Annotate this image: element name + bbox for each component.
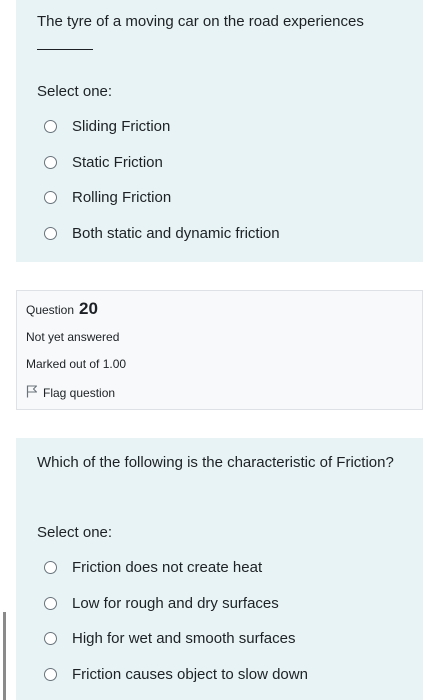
question-word: Question	[26, 303, 75, 317]
question-19-text-body: The tyre of a moving car on the road exp…	[37, 13, 364, 30]
radio-button[interactable]	[44, 667, 57, 681]
radio-button[interactable]	[44, 120, 57, 134]
q19-option-sliding-friction[interactable]: Sliding Friction	[44, 109, 280, 145]
option-label: Friction does not create heat	[72, 559, 263, 577]
question-20-content: Which of the following is the characteri…	[16, 438, 423, 700]
scrollbar[interactable]	[3, 612, 6, 700]
radio-button[interactable]	[44, 632, 57, 646]
question-19-text: The tyre of a moving car on the road exp…	[37, 10, 397, 58]
q20-option-low-rough-dry[interactable]: Low for rough and dry surfaces	[44, 586, 308, 622]
question-20-options: Friction does not create heat Low for ro…	[44, 550, 308, 692]
question-20-text: Which of the following is the characteri…	[37, 454, 394, 471]
flag-icon[interactable]	[26, 385, 43, 401]
option-label: Sliding Friction	[72, 118, 171, 136]
radio-button[interactable]	[44, 226, 57, 240]
question-19-options: Sliding Friction Static Friction Rolling…	[44, 109, 280, 251]
q20-option-high-wet-smooth[interactable]: High for wet and smooth surfaces	[44, 621, 308, 657]
question-19-content: The tyre of a moving car on the road exp…	[16, 0, 423, 262]
option-label: Static Friction	[72, 153, 163, 171]
q20-option-slows-object[interactable]: Friction causes object to slow down	[44, 657, 308, 693]
option-label: Friction causes object to slow down	[72, 665, 308, 683]
q20-option-no-heat[interactable]: Friction does not create heat	[44, 550, 308, 586]
question-number-value: 20	[79, 299, 98, 318]
radio-button[interactable]	[44, 561, 57, 575]
question-grade: Marked out of 1.00	[26, 357, 127, 371]
q19-option-rolling-friction[interactable]: Rolling Friction	[44, 180, 280, 216]
question-19-select-one-label: Select one:	[37, 83, 113, 100]
question-state: Not yet answered	[26, 330, 120, 344]
radio-button[interactable]	[44, 596, 57, 610]
option-label: Low for rough and dry surfaces	[72, 594, 279, 612]
question-20-info: Question 20 Not yet answered Marked out …	[16, 290, 423, 410]
flag-question-link[interactable]: Flag question	[26, 385, 115, 401]
answer-blank	[37, 36, 93, 50]
radio-button[interactable]	[44, 191, 57, 205]
quiz-page: The tyre of a moving car on the road exp…	[0, 0, 440, 700]
option-label: Rolling Friction	[72, 189, 172, 207]
radio-button[interactable]	[44, 155, 57, 169]
question-number: Question 20	[26, 299, 98, 319]
q19-option-static-friction[interactable]: Static Friction	[44, 145, 280, 181]
question-20-select-one-label: Select one:	[37, 524, 113, 541]
flag-question-label[interactable]: Flag question	[43, 386, 115, 400]
option-label: High for wet and smooth surfaces	[72, 630, 296, 648]
option-label: Both static and dynamic friction	[72, 224, 280, 242]
q19-option-static-and-dynamic[interactable]: Both static and dynamic friction	[44, 216, 280, 252]
